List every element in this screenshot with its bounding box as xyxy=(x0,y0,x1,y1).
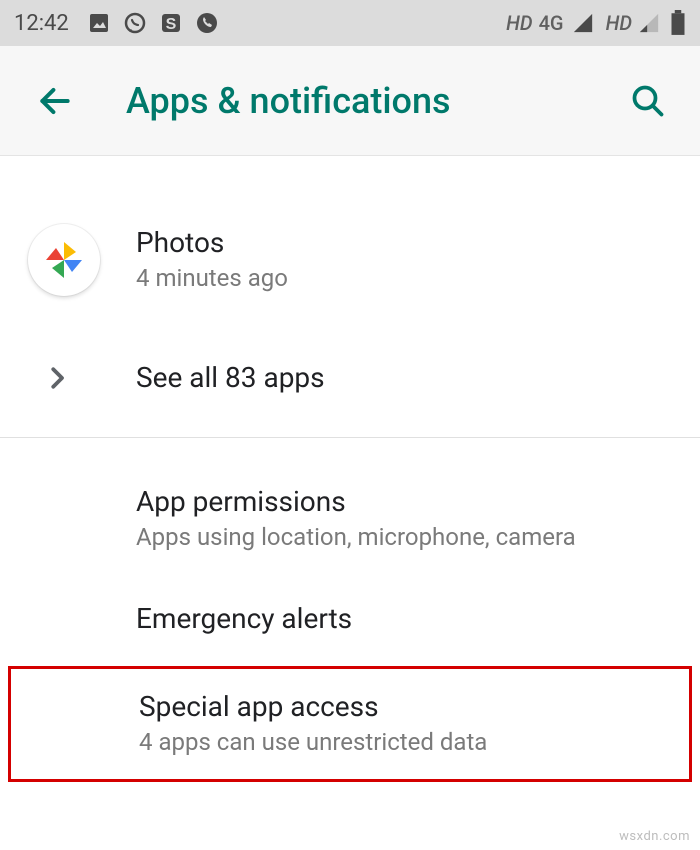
app-bar: Apps & notifications xyxy=(0,46,700,156)
chevron-right-icon xyxy=(42,363,72,393)
back-button[interactable] xyxy=(36,82,74,120)
highlight-box: Special app access 4 apps can use unrest… xyxy=(8,666,692,781)
recent-app-text: Photos 4 minutes ago xyxy=(136,225,672,294)
see-all-apps[interactable]: See all 83 apps xyxy=(0,332,700,429)
emergency-alerts-title: Emergency alerts xyxy=(136,601,672,636)
whatsapp-icon xyxy=(123,11,147,35)
page-title: Apps & notifications xyxy=(126,80,630,122)
svg-text:S: S xyxy=(165,16,176,33)
watermark: wsxdn.com xyxy=(619,829,690,844)
app-permissions-subtitle: Apps using location, microphone, camera xyxy=(136,521,672,553)
recent-app-name: Photos xyxy=(136,225,672,260)
app-icon-slot xyxy=(28,224,136,296)
signal-icon-1 xyxy=(572,12,594,34)
search-button[interactable] xyxy=(630,83,666,119)
see-all-text: See all 83 apps xyxy=(136,360,672,395)
see-all-icon-slot xyxy=(28,363,136,393)
see-all-label: See all 83 apps xyxy=(136,360,672,395)
network-type: 4G xyxy=(539,11,564,35)
emergency-alerts-row[interactable]: Emergency alerts xyxy=(0,573,700,664)
special-access-subtitle: 4 apps can use unrestricted data xyxy=(139,726,661,758)
signal-icon-2 xyxy=(638,12,660,34)
app-permissions-row[interactable]: App permissions Apps using location, mic… xyxy=(0,464,700,573)
battery-icon xyxy=(670,10,686,36)
status-left: 12:42 S xyxy=(14,11,219,36)
recent-app-time: 4 minutes ago xyxy=(136,262,672,294)
content-area: Photos 4 minutes ago See all 83 apps App… xyxy=(0,156,700,782)
network-hd-2: HD xyxy=(606,11,632,35)
image-icon xyxy=(87,11,111,35)
app-permissions-title: App permissions xyxy=(136,484,672,519)
status-bar: 12:42 S HD 4G HD xyxy=(0,0,700,46)
status-clock: 12:42 xyxy=(14,11,69,36)
recent-app-photos[interactable]: Photos 4 minutes ago xyxy=(0,188,700,332)
s-app-icon: S xyxy=(159,11,183,35)
network-hd-1: HD xyxy=(506,11,532,35)
special-app-access-row[interactable]: Special app access 4 apps can use unrest… xyxy=(11,669,689,778)
photos-app-icon xyxy=(28,224,100,296)
previous-app-row-peek[interactable] xyxy=(0,178,700,188)
settings-group: App permissions Apps using location, mic… xyxy=(0,438,700,782)
special-access-title: Special app access xyxy=(139,689,661,724)
status-right: HD 4G HD xyxy=(506,10,686,36)
phone-icon xyxy=(195,11,219,35)
